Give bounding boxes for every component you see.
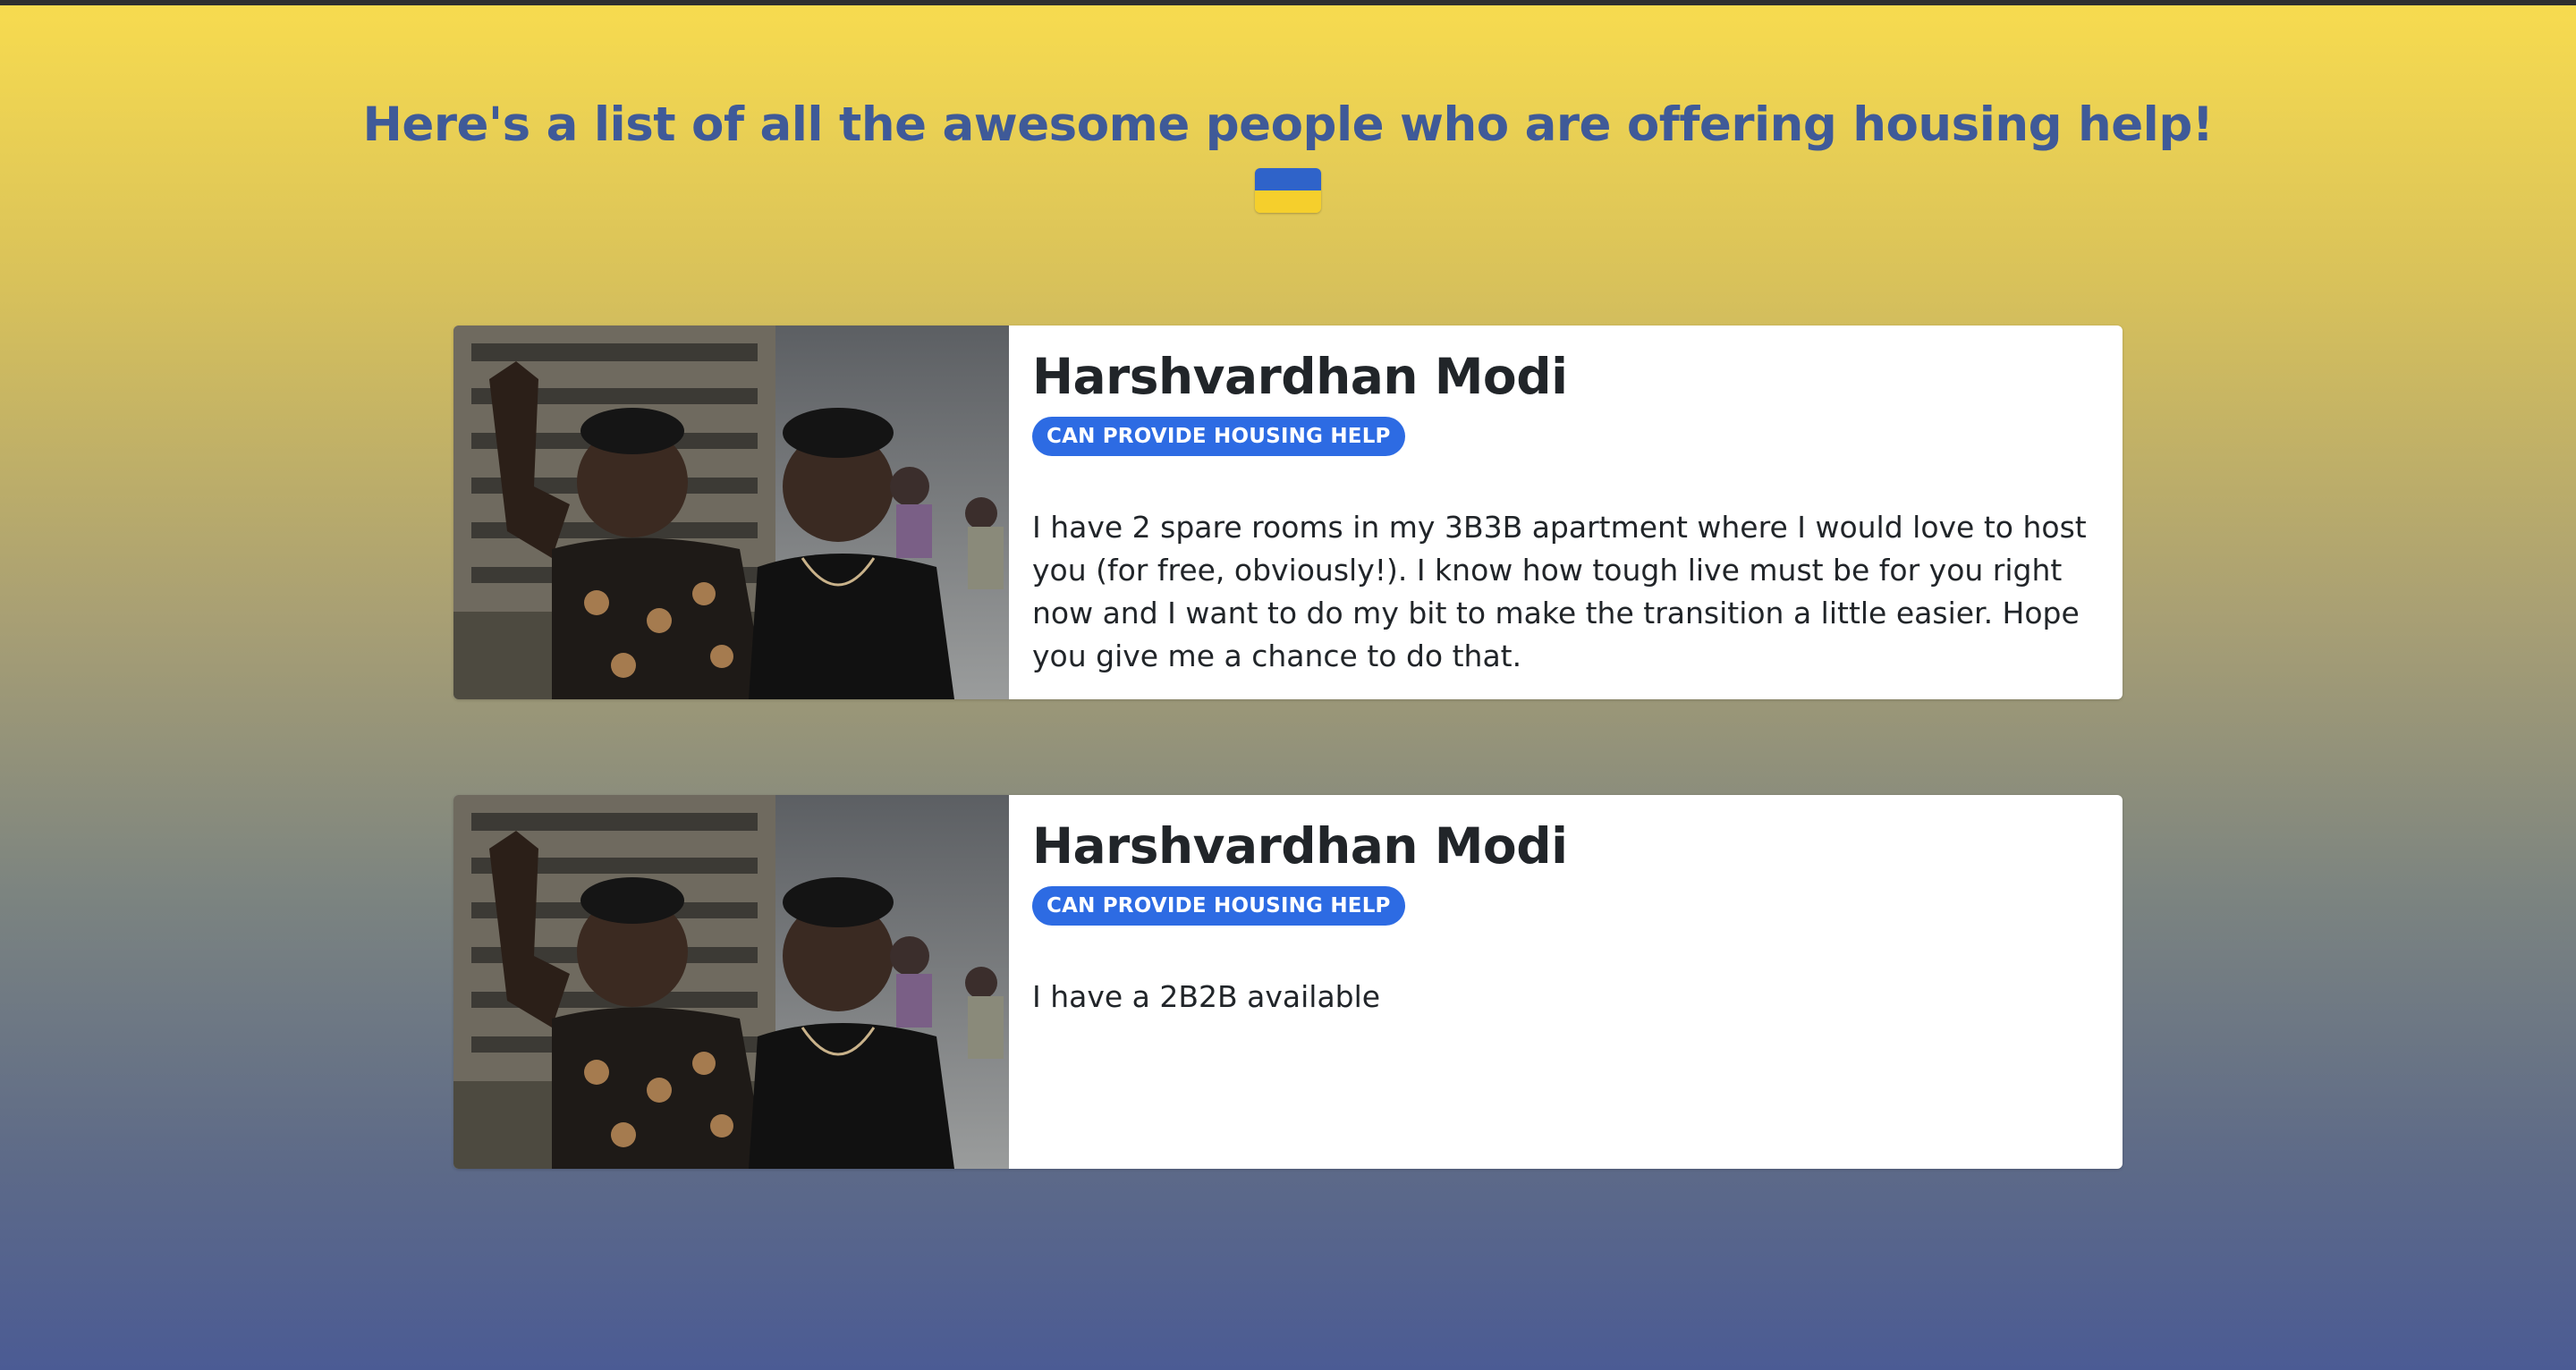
listing-card[interactable]: Harshvardhan Modi CAN PROVIDE HOUSING HE… [453,795,2123,1169]
page-title: Here's a list of all the awesome people … [362,97,2214,152]
status-badge: CAN PROVIDE HOUSING HELP [1032,886,1405,926]
host-name: Harshvardhan Modi [1032,817,1568,875]
status-badge: CAN PROVIDE HOUSING HELP [1032,417,1405,456]
page-heading: Here's a list of all the awesome people … [0,88,2576,213]
listing-photo [453,326,1009,699]
listing-description: I have 2 spare rooms in my 3B3B apartmen… [1032,510,2087,673]
ukraine-flag-icon [1255,168,1321,213]
listing-card-body: Harshvardhan Modi CAN PROVIDE HOUSING HE… [1032,345,2101,678]
listing-card-body: Harshvardhan Modi CAN PROVIDE HOUSING HE… [1032,815,2101,1019]
listing-photo [453,795,1009,1169]
page-background: Here's a list of all the awesome people … [0,5,2576,1370]
host-name: Harshvardhan Modi [1032,348,1568,405]
listing-description: I have a 2B2B available [1032,979,1381,1014]
listing-card[interactable]: Harshvardhan Modi CAN PROVIDE HOUSING HE… [453,326,2123,699]
